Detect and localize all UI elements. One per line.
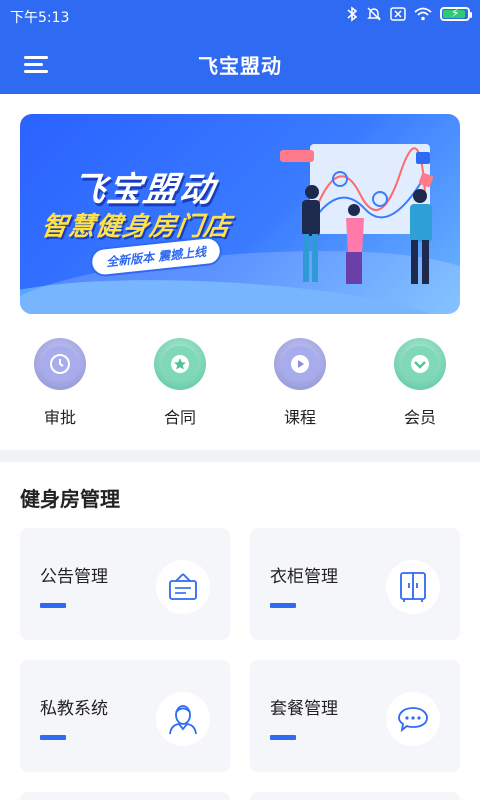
card-wardrobe-management[interactable]: 衣柜管理 [250,528,460,640]
battery-icon: ⚡ [440,6,472,21]
quick-action-member[interactable]: 会员 [380,338,460,428]
wifi-icon [414,7,432,21]
banner-title: 飞宝盟动 [68,170,219,210]
card-accent-bar [270,735,296,740]
quick-action-label: 合同 [163,408,196,427]
play-icon [274,338,326,390]
trainer-icon [156,692,210,746]
section-title: 健身房管理 [20,487,120,511]
notice-board-icon [156,560,210,614]
quick-action-course[interactable]: 课程 [260,338,340,428]
bluetooth-icon [347,6,358,22]
wardrobe-icon [386,560,440,614]
banner-illustration [280,144,434,284]
mute-bell-icon [367,7,381,21]
card-accent-bar [40,603,66,608]
card-notice-management[interactable]: 公告管理 [20,528,230,640]
card-label: 公告管理 [40,567,108,587]
quick-action-label: 课程 [283,408,316,427]
clock-icon [34,338,86,390]
quick-actions: 审批 合同 课程 会员 [0,330,480,440]
status-icons: ⚡ [346,6,472,22]
chevron-down-icon [394,338,446,390]
star-icon [154,338,206,390]
quick-action-label: 审批 [43,408,76,427]
promo-banner[interactable]: 飞宝盟动 智慧健身房门店 全新版本 震撼上线 [20,114,460,314]
section-divider [0,450,480,462]
card-accent-bar [270,603,296,608]
card-partial[interactable] [20,792,230,800]
card-label: 衣柜管理 [270,567,338,587]
quick-action-contract[interactable]: 合同 [140,338,220,428]
card-personal-trainer[interactable]: 私教系统 [20,660,230,772]
page-title: 飞宝盟动 [198,54,282,78]
card-package-management[interactable]: 套餐管理 [250,660,460,772]
no-sim-icon [390,7,406,21]
card-accent-bar [40,735,66,740]
chat-bubble-icon [386,692,440,746]
quick-action-approval[interactable]: 审批 [20,338,100,428]
status-time: 下午5:13 [10,10,70,26]
card-partial[interactable] [250,792,460,800]
status-bar: 下午5:13 ⚡ [0,0,480,32]
app-header: 下午5:13 ⚡ 飞宝盟动 [0,0,480,94]
card-label: 私教系统 [40,699,108,719]
card-label: 套餐管理 [270,699,338,719]
quick-action-label: 会员 [403,408,436,427]
